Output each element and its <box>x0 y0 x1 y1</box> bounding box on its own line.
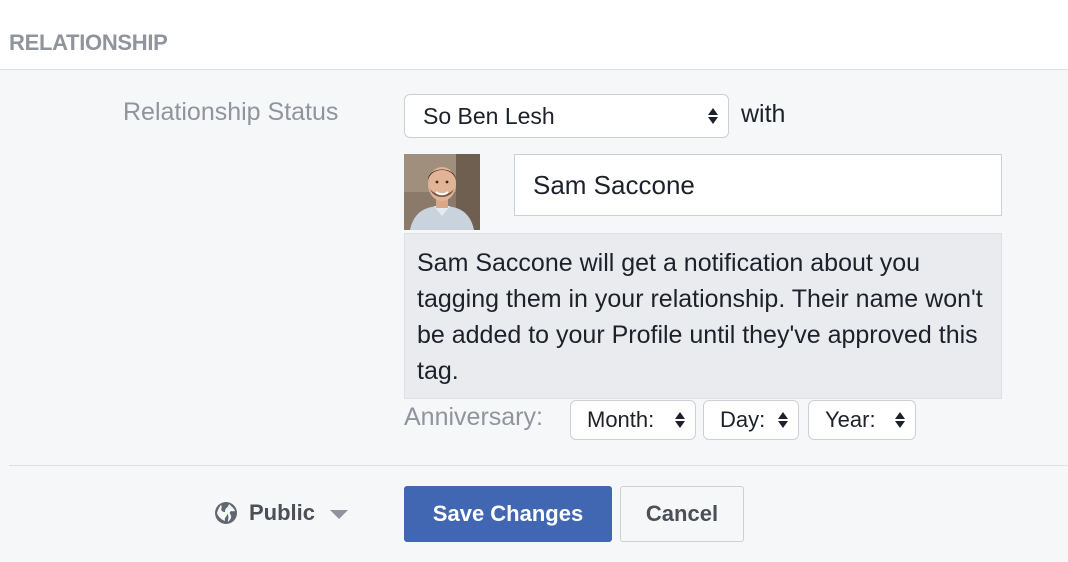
anniversary-month-select[interactable]: Month: <box>570 400 696 440</box>
anniversary-day-select[interactable]: Day: <box>703 400 799 440</box>
save-changes-button[interactable]: Save Changes <box>404 486 612 542</box>
select-arrows-icon <box>778 412 788 428</box>
tag-notification-notice: Sam Saccone will get a notification abou… <box>404 233 1002 399</box>
relationship-status-select[interactable]: So Ben Lesh <box>404 94 729 138</box>
relationship-status-label: Relationship Status <box>123 98 339 126</box>
with-label: with <box>741 100 786 128</box>
select-arrows-icon <box>895 412 905 428</box>
anniversary-label: Anniversary: <box>404 403 543 431</box>
footer-divider <box>9 465 1068 466</box>
privacy-label: Public <box>249 500 316 525</box>
section-header: RELATIONSHIP <box>0 0 1068 70</box>
partner-avatar-image <box>404 154 480 230</box>
anniversary-year-select[interactable]: Year: <box>808 400 916 440</box>
globe-icon <box>215 502 237 524</box>
relationship-status-value: So Ben Lesh <box>423 102 555 129</box>
day-select-label: Day: <box>720 407 766 432</box>
select-arrows-icon <box>675 412 685 428</box>
year-select-label: Year: <box>825 407 876 432</box>
chevron-down-icon <box>330 509 349 519</box>
partner-avatar <box>404 154 480 230</box>
partner-name-input[interactable] <box>514 154 1002 216</box>
month-select-label: Month: <box>587 407 655 432</box>
section-title: RELATIONSHIP <box>9 30 168 55</box>
privacy-selector[interactable]: Public <box>214 500 349 526</box>
cancel-button[interactable]: Cancel <box>620 486 744 542</box>
select-arrows-icon <box>708 108 718 124</box>
